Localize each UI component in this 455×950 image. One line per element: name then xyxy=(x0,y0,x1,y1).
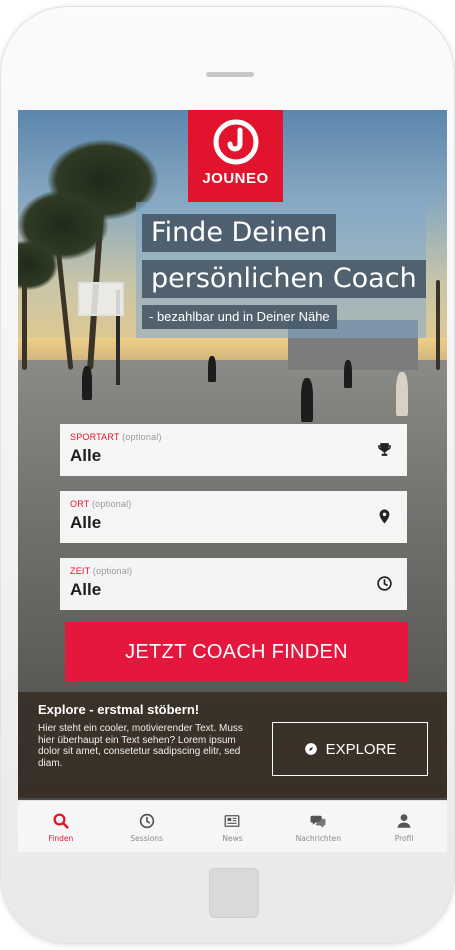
explore-title: Explore - erstmal stöbern! xyxy=(38,702,200,717)
tab-profil-label: Profil xyxy=(394,834,414,843)
newspaper-icon xyxy=(225,815,240,827)
player-figure xyxy=(82,366,92,400)
explore-button[interactable]: EXPLORE xyxy=(272,722,428,776)
tab-finden-label: Finden xyxy=(48,834,74,843)
phone-speaker xyxy=(206,72,254,77)
user-icon xyxy=(397,814,411,828)
tab-nachrichten[interactable]: Nachrichten xyxy=(275,801,361,852)
phone-home-button[interactable] xyxy=(209,868,259,918)
zeit-value: Alle xyxy=(70,580,102,599)
tab-profil[interactable]: Profil xyxy=(361,801,447,852)
sportart-field[interactable]: SPORTART (optional) Alle xyxy=(60,424,407,476)
jouneo-logo-icon xyxy=(213,119,258,165)
headline-subline: - bezahlbar und in Deiner Nähe xyxy=(142,305,337,329)
ort-label: ORT (optional) xyxy=(70,499,132,509)
ort-value: Alle xyxy=(70,513,102,532)
player-figure xyxy=(301,378,313,422)
explore-text: Hier steht ein cooler, motivierender Tex… xyxy=(38,723,243,769)
sportart-label: SPORTART (optional) xyxy=(70,432,162,442)
app-screen: JOUNEO Finde Deinen persönlichen Coach -… xyxy=(18,110,447,852)
headline-line-1: Finde Deinen xyxy=(142,214,337,252)
find-coach-button[interactable]: JETZT COACH FINDEN xyxy=(65,622,408,682)
ort-field[interactable]: ORT (optional) Alle xyxy=(60,491,407,543)
tab-finden[interactable]: Finden xyxy=(18,801,104,852)
logo-wordmark: JOUNEO xyxy=(202,170,269,187)
tab-news[interactable]: News xyxy=(190,801,276,852)
clock-icon xyxy=(139,813,154,829)
search-icon xyxy=(53,813,69,829)
trophy-icon xyxy=(378,443,391,456)
zeit-label: ZEIT (optional) xyxy=(70,566,133,576)
basketball-hoop xyxy=(78,282,124,316)
tab-sessions-label: Sessions xyxy=(130,834,163,843)
tab-sessions[interactable]: Sessions xyxy=(104,801,190,852)
explore-button-label: EXPLORE xyxy=(325,740,397,758)
compass-icon xyxy=(304,743,317,755)
palm-tree xyxy=(436,280,440,370)
player-figure xyxy=(396,372,408,416)
sportart-value: Alle xyxy=(70,446,102,465)
phone-frame: JOUNEO Finde Deinen persönlichen Coach -… xyxy=(0,6,455,944)
jouneo-logo: JOUNEO xyxy=(188,110,283,202)
zeit-field[interactable]: ZEIT (optional) Alle xyxy=(60,558,407,610)
player-figure xyxy=(344,360,352,388)
bottom-tab-bar: Finden Sessions News Nachrichten Profil xyxy=(18,800,447,852)
headline-line-2: persönlichen Coach xyxy=(142,260,426,298)
clock-icon xyxy=(377,576,392,591)
tab-news-label: News xyxy=(222,834,243,843)
map-marker-icon xyxy=(379,509,390,524)
player-figure xyxy=(208,356,216,382)
tab-nachrichten-label: Nachrichten xyxy=(295,834,341,843)
chat-icon xyxy=(310,815,326,828)
explore-panel: Explore - erstmal stöbern! Hier steht ei… xyxy=(18,692,447,798)
